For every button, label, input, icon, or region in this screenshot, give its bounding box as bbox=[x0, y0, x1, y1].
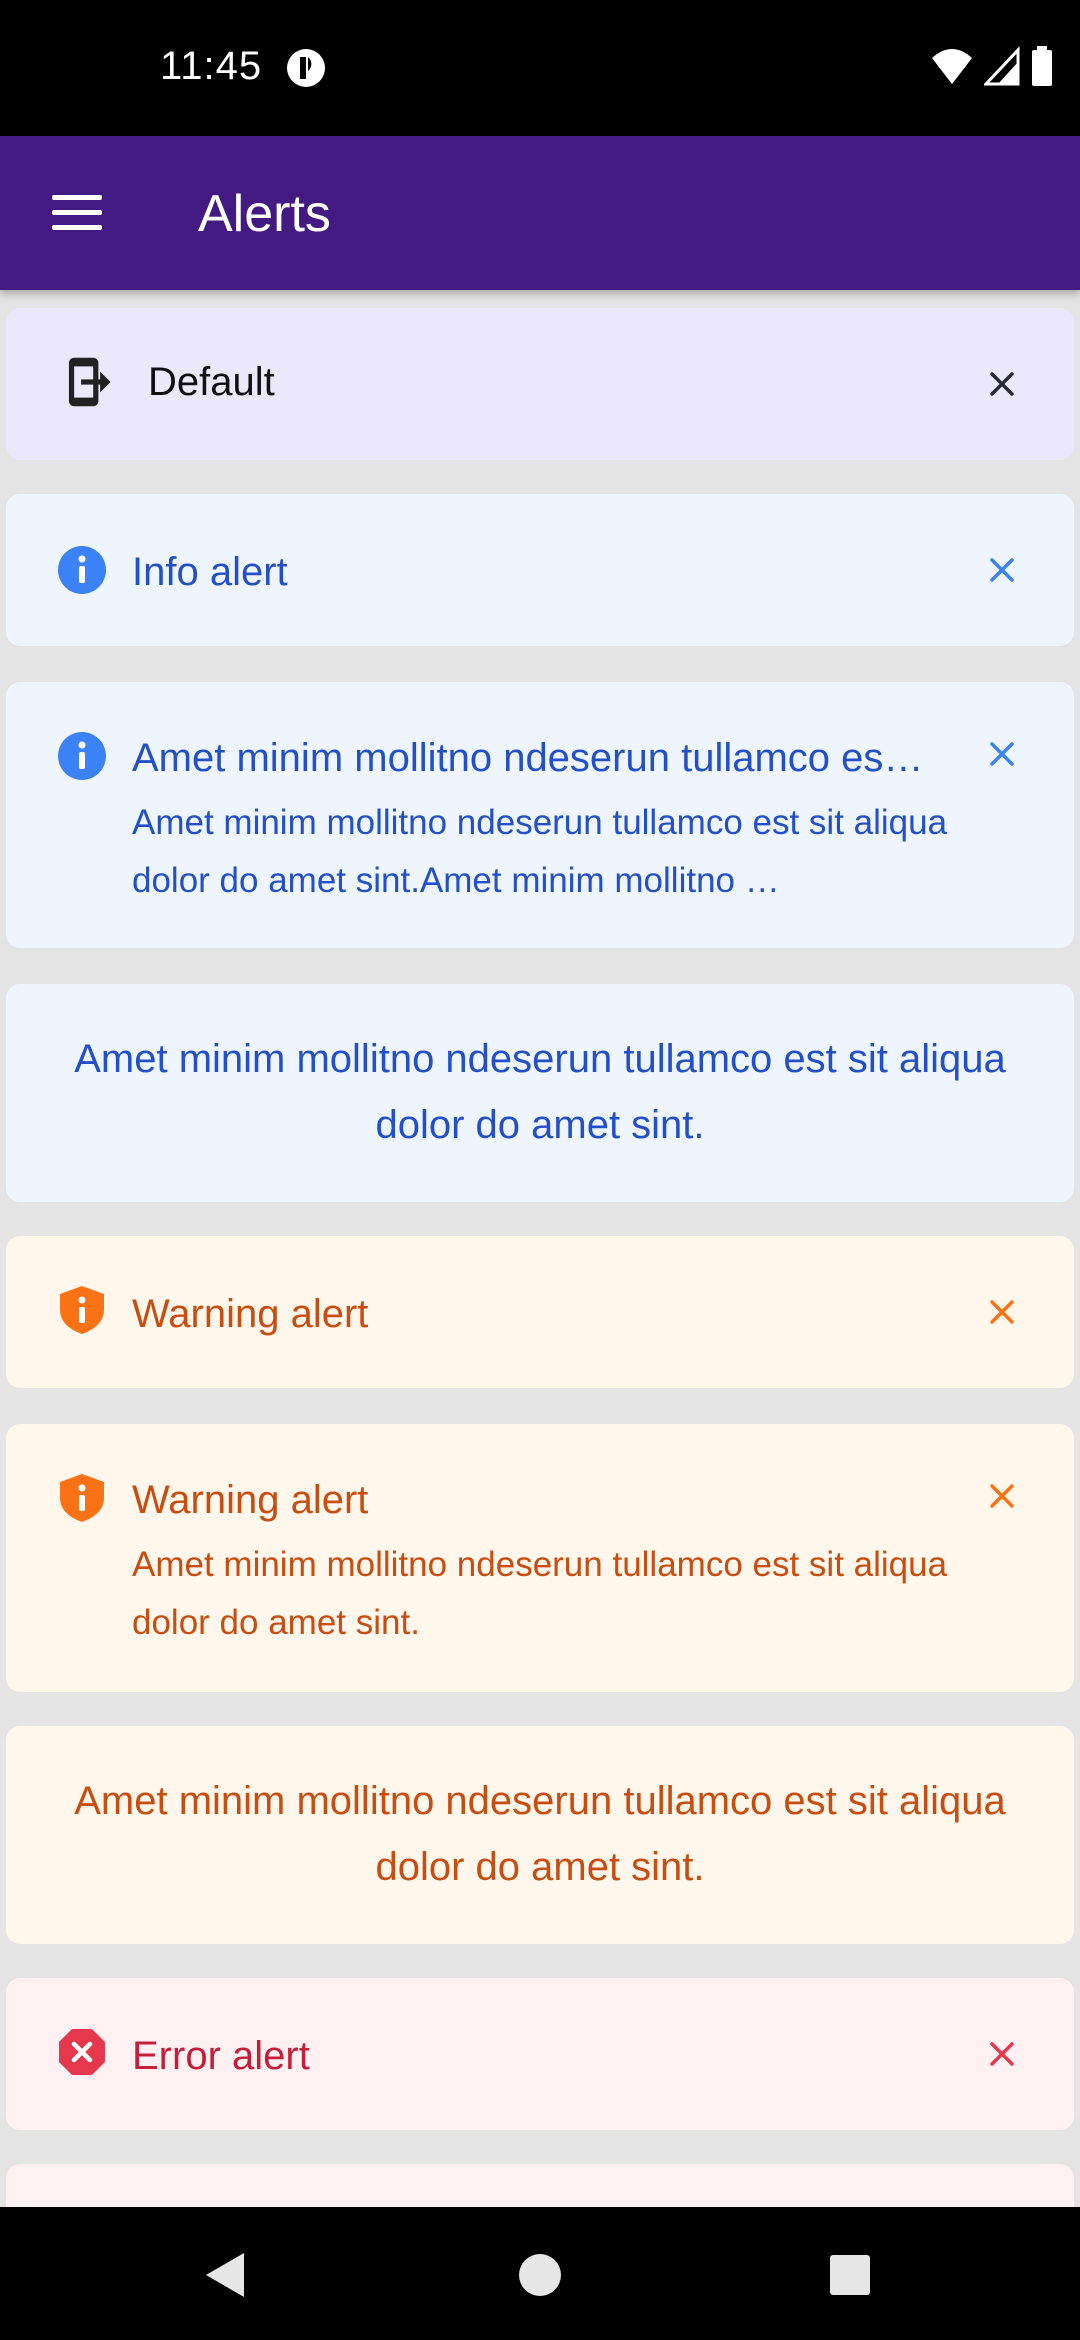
alert-title: Error alert bbox=[132, 2034, 310, 2078]
menu-icon[interactable] bbox=[44, 180, 110, 246]
alert-title: Warning alert bbox=[132, 1292, 369, 1336]
alert-description: Amet minim mollitno ndeserun tullamco es… bbox=[132, 1545, 948, 1642]
alert-text: Amet minim mollitno ndeserun tullamco es… bbox=[74, 1779, 1006, 1889]
back-icon[interactable] bbox=[198, 2247, 254, 2303]
alert-title: Warning alert bbox=[132, 1478, 369, 1522]
close-icon[interactable] bbox=[982, 364, 1022, 404]
alert-info-with-description: Amet minim mollitno ndeserun tullamco es… bbox=[6, 682, 1074, 948]
alert-error-partial bbox=[6, 2164, 1074, 2207]
alert-warning-with-description: Warning alert Amet minim mollitno ndeser… bbox=[6, 1424, 1074, 1692]
app-bar: Alerts bbox=[0, 136, 1080, 290]
shield-info-icon bbox=[60, 1286, 104, 1334]
alerts-list[interactable]: Default Info alert Amet minim mollitno n… bbox=[0, 290, 1080, 2207]
alert-title: Info alert bbox=[132, 550, 288, 594]
cellular-signal-icon bbox=[984, 46, 1020, 86]
error-x-icon bbox=[59, 2029, 105, 2075]
alert-error: Error alert bbox=[6, 1978, 1074, 2130]
home-icon[interactable] bbox=[512, 2247, 568, 2303]
close-icon[interactable] bbox=[982, 550, 1022, 590]
system-navigation-bar bbox=[0, 2207, 1080, 2340]
alert-title: Default bbox=[148, 360, 275, 404]
shield-info-icon bbox=[60, 1474, 104, 1522]
close-icon[interactable] bbox=[982, 1292, 1022, 1332]
close-icon[interactable] bbox=[982, 1476, 1022, 1516]
alert-info-centered: Amet minim mollitno ndeserun tullamco es… bbox=[6, 984, 1074, 1202]
page-title: Alerts bbox=[198, 185, 331, 243]
alert-description: Amet minim mollitno ndeserun tullamco es… bbox=[132, 803, 948, 900]
info-icon bbox=[58, 732, 106, 780]
alert-warning: Warning alert bbox=[6, 1236, 1074, 1388]
close-icon[interactable] bbox=[982, 2034, 1022, 2074]
alert-default: Default bbox=[6, 308, 1074, 460]
alert-warning-centered: Amet minim mollitno ndeserun tullamco es… bbox=[6, 1726, 1074, 1944]
alert-info: Info alert bbox=[6, 494, 1074, 646]
info-icon bbox=[58, 546, 106, 594]
close-icon[interactable] bbox=[982, 734, 1022, 774]
wifi-icon bbox=[932, 49, 972, 84]
app-notification-icon bbox=[287, 49, 325, 87]
status-time: 11:45 bbox=[160, 44, 263, 88]
battery-icon bbox=[1032, 46, 1052, 86]
exit-icon bbox=[68, 357, 111, 407]
alert-title: Amet minim mollitno ndeserun tullamco es… bbox=[132, 736, 924, 780]
recents-icon[interactable] bbox=[822, 2247, 878, 2303]
alert-text: Amet minim mollitno ndeserun tullamco es… bbox=[74, 1037, 1006, 1147]
status-bar: 11:45 bbox=[0, 0, 1080, 136]
